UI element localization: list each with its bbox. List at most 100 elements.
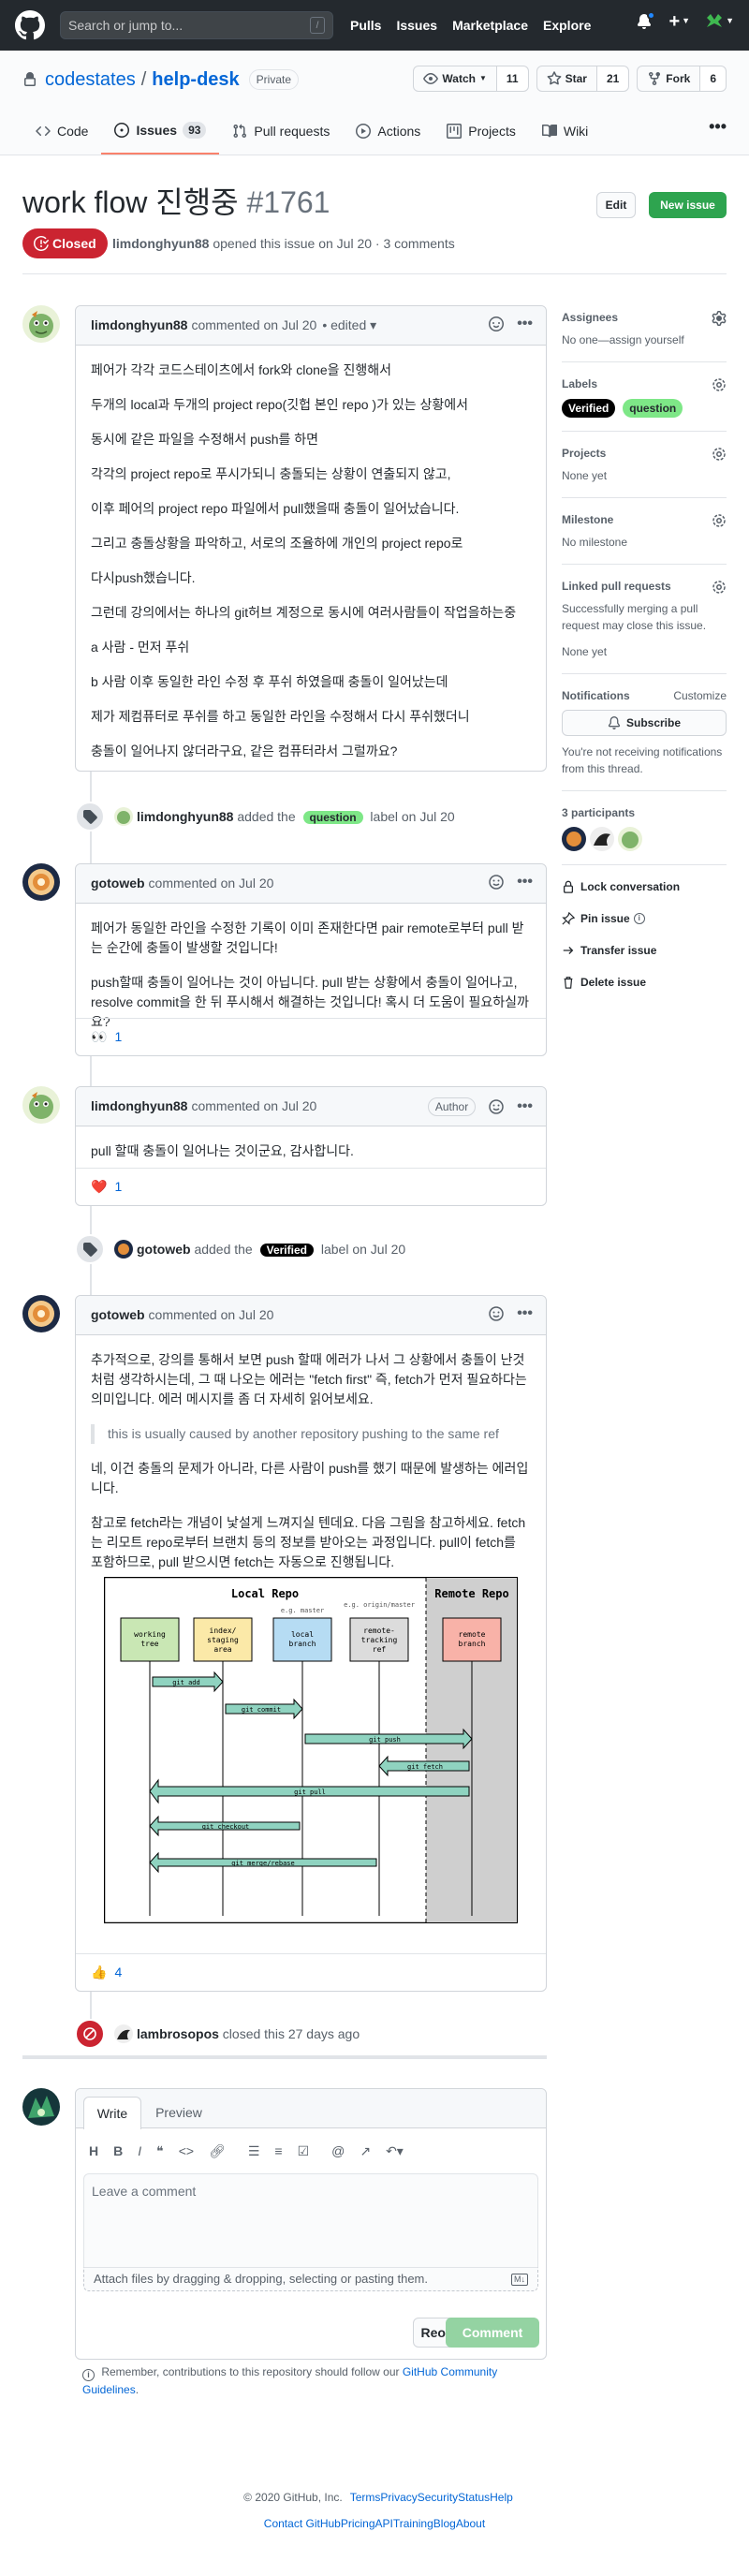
comment-author[interactable]: limdonghyun88 <box>91 316 187 335</box>
gear-icon[interactable] <box>712 377 727 392</box>
search-input[interactable]: Search or jump to... / <box>60 11 333 39</box>
footer-link-pricing[interactable]: Pricing <box>341 2515 375 2532</box>
fork-button[interactable]: Fork <box>637 66 701 92</box>
heading-icon[interactable]: H <box>89 2142 98 2161</box>
quote-icon[interactable]: ❝ <box>156 2142 164 2161</box>
github-logo-icon[interactable] <box>15 10 45 40</box>
comment-meta[interactable]: commented on Jul 20 <box>191 1097 316 1116</box>
customize-link[interactable]: Customize <box>673 687 727 704</box>
footer-link-status[interactable]: Status <box>458 2489 490 2506</box>
bold-icon[interactable]: B <box>113 2142 123 2161</box>
smiley-icon[interactable] <box>489 1306 504 1321</box>
event-actor[interactable]: limdonghyun88 <box>137 809 233 824</box>
footer-link-privacy[interactable]: Privacy <box>380 2489 417 2506</box>
kebab-menu-icon[interactable]: ••• <box>517 1306 533 1321</box>
label-verified[interactable]: Verified <box>259 1243 314 1257</box>
mention-icon[interactable]: @ <box>331 2142 345 2161</box>
nav-explore[interactable]: Explore <box>543 16 591 36</box>
repo-name-link[interactable]: help-desk <box>152 66 239 94</box>
smiley-icon[interactable] <box>489 316 505 331</box>
tab-actions[interactable]: Actions <box>343 108 433 155</box>
tab-preview[interactable]: Preview <box>151 2097 207 2129</box>
watch-count[interactable]: 11 <box>496 66 529 92</box>
avatar-lambrosopos[interactable] <box>114 2024 133 2043</box>
repo-owner-link[interactable]: codestates <box>45 66 136 94</box>
avatar-limdonghyun88[interactable] <box>114 807 133 826</box>
participant-avatar[interactable] <box>618 827 642 851</box>
reaction-count[interactable]: 1 <box>114 1027 122 1047</box>
event-actor[interactable]: lambrosopos <box>137 2026 219 2041</box>
kebab-menu-icon[interactable]: ••• <box>517 875 533 890</box>
watch-button[interactable]: Watch ▼ <box>413 66 497 92</box>
participant-avatar[interactable] <box>590 827 614 851</box>
create-new-menu[interactable]: + ▼ <box>668 12 690 31</box>
comment-meta[interactable]: commented on Jul 20 <box>149 1305 274 1325</box>
reaction-count[interactable]: 1 <box>114 1177 122 1197</box>
reaction-emoji[interactable]: 👍 <box>91 1963 107 1982</box>
smiley-icon[interactable] <box>489 875 504 890</box>
reaction-emoji[interactable]: ❤️ <box>91 1177 107 1197</box>
code-icon[interactable]: <> <box>179 2142 194 2161</box>
notifications-bell-icon[interactable] <box>637 11 656 29</box>
gear-icon[interactable] <box>712 580 727 595</box>
participant-avatar[interactable] <box>562 827 586 851</box>
comment-button[interactable]: Comment <box>446 2318 539 2348</box>
tab-code[interactable]: Code <box>22 108 101 155</box>
footer-link-blog[interactable]: Blog <box>433 2515 456 2532</box>
label-question[interactable]: question <box>623 399 683 418</box>
label-verified[interactable]: Verified <box>562 399 616 418</box>
current-user-avatar[interactable] <box>22 2088 60 2126</box>
event-actor[interactable]: gotoweb <box>137 1242 191 1257</box>
footer-link-contact[interactable]: Contact GitHub <box>264 2515 341 2532</box>
italic-icon[interactable]: I <box>138 2142 141 2161</box>
numbered-list-icon[interactable]: ≡ <box>274 2142 282 2161</box>
new-issue-button[interactable]: New issue <box>649 192 727 218</box>
tab-write[interactable]: Write <box>83 2097 141 2129</box>
cross-reference-icon[interactable]: ↗ <box>360 2142 371 2161</box>
footer-link-api[interactable]: API <box>375 2515 393 2532</box>
lock-conversation-link[interactable]: Lock conversation <box>562 878 727 895</box>
kebab-menu-icon[interactable]: ••• <box>517 316 533 331</box>
gear-icon[interactable] <box>712 447 727 462</box>
smiley-icon[interactable] <box>489 1099 504 1114</box>
tab-projects[interactable]: Projects <box>433 108 529 155</box>
edited-dropdown[interactable]: • edited ▾ <box>322 316 376 335</box>
nav-issues[interactable]: Issues <box>396 16 437 36</box>
assignees-value[interactable]: No one—assign yourself <box>562 331 727 348</box>
label-question[interactable]: question <box>302 810 363 824</box>
task-list-icon[interactable]: ☑ <box>298 2142 310 2161</box>
more-tabs-icon[interactable]: ••• <box>709 114 727 140</box>
footer-link-training[interactable]: Training <box>393 2515 433 2532</box>
avatar-gotoweb[interactable] <box>114 1240 133 1259</box>
avatar-limdonghyun88[interactable] <box>22 1086 60 1124</box>
reaction-count[interactable]: 4 <box>114 1963 122 1982</box>
footer-link-about[interactable]: About <box>456 2515 485 2532</box>
avatar-limdonghyun88[interactable] <box>22 305 60 343</box>
gear-icon[interactable] <box>712 311 727 326</box>
comment-author[interactable]: gotoweb <box>91 874 145 893</box>
tab-pull-requests[interactable]: Pull requests <box>219 108 343 155</box>
tab-issues[interactable]: Issues 93 <box>101 108 220 155</box>
attach-files-bar[interactable]: Attach files by dragging & dropping, sel… <box>83 2267 538 2291</box>
star-button[interactable]: Star <box>536 66 597 92</box>
star-count[interactable]: 21 <box>596 66 630 92</box>
issue-author-link[interactable]: limdonghyun88 <box>112 236 209 251</box>
delete-issue-link[interactable]: Delete issue <box>562 974 727 991</box>
tab-wiki[interactable]: Wiki <box>529 108 601 155</box>
kebab-menu-icon[interactable]: ••• <box>517 1099 533 1114</box>
subscribe-button[interactable]: Subscribe <box>562 710 727 736</box>
avatar-gotoweb[interactable] <box>22 1295 60 1332</box>
footer-link-terms[interactable]: Terms <box>350 2489 381 2506</box>
reaction-emoji[interactable]: 👀 <box>91 1027 107 1047</box>
comment-author[interactable]: gotoweb <box>91 1305 145 1325</box>
markdown-icon[interactable]: M↓ <box>511 2273 528 2286</box>
event-text[interactable]: closed this 27 days ago <box>223 2026 360 2041</box>
bullet-list-icon[interactable]: ☰ <box>248 2142 260 2161</box>
transfer-issue-link[interactable]: Transfer issue <box>562 942 727 959</box>
fork-count[interactable]: 6 <box>700 66 727 92</box>
comment-author[interactable]: limdonghyun88 <box>91 1097 187 1116</box>
comment-meta[interactable]: commented on Jul 20 <box>149 874 274 893</box>
info-icon[interactable]: i <box>633 913 645 924</box>
link-icon[interactable]: 🔗︎ <box>209 2142 226 2161</box>
avatar-gotoweb[interactable] <box>22 863 60 901</box>
